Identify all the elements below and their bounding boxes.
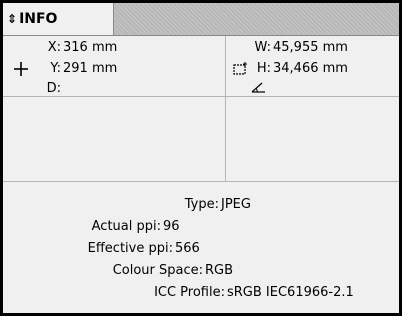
angle-icon — [251, 82, 265, 93]
info-panel: ⇕ INFO X: 316 mm Y: 291 mm D: W: 45,955 … — [0, 0, 402, 316]
y-label: Y: — [50, 61, 61, 76]
x-label: X: — [47, 40, 61, 55]
w-label: W: — [254, 40, 271, 55]
effective-ppi-value: 566 — [175, 241, 200, 256]
type-label: Type: — [184, 197, 219, 212]
h-label: H: — [256, 61, 271, 76]
effective-ppi-label: Effective ppi: — [87, 241, 173, 256]
icc-profile-label: ICC Profile: — [154, 285, 225, 300]
tab-info-label: INFO — [19, 11, 58, 27]
h-value: 34,466 mm — [273, 61, 348, 76]
panel-tab-bar: ⇕ INFO — [3, 3, 399, 36]
crosshair-icon — [14, 62, 28, 76]
colour-space-label: Colour Space: — [112, 263, 203, 278]
tab-info[interactable]: ⇕ INFO — [3, 3, 114, 35]
y-value: 291 mm — [63, 61, 118, 76]
column-divider — [225, 36, 226, 181]
expand-collapse-arrows-icon[interactable]: ⇕ — [7, 12, 17, 26]
icc-profile-value: sRGB IEC61966-2.1 — [227, 285, 354, 300]
actual-ppi-label: Actual ppi: — [91, 219, 161, 234]
type-value: JPEG — [221, 197, 251, 212]
actual-ppi-value: 96 — [163, 219, 180, 234]
d-label: D: — [46, 81, 61, 96]
x-value: 316 mm — [63, 40, 118, 55]
w-value: 45,955 mm — [273, 40, 348, 55]
empty-section — [3, 97, 399, 182]
colour-space-value: RGB — [205, 263, 234, 278]
